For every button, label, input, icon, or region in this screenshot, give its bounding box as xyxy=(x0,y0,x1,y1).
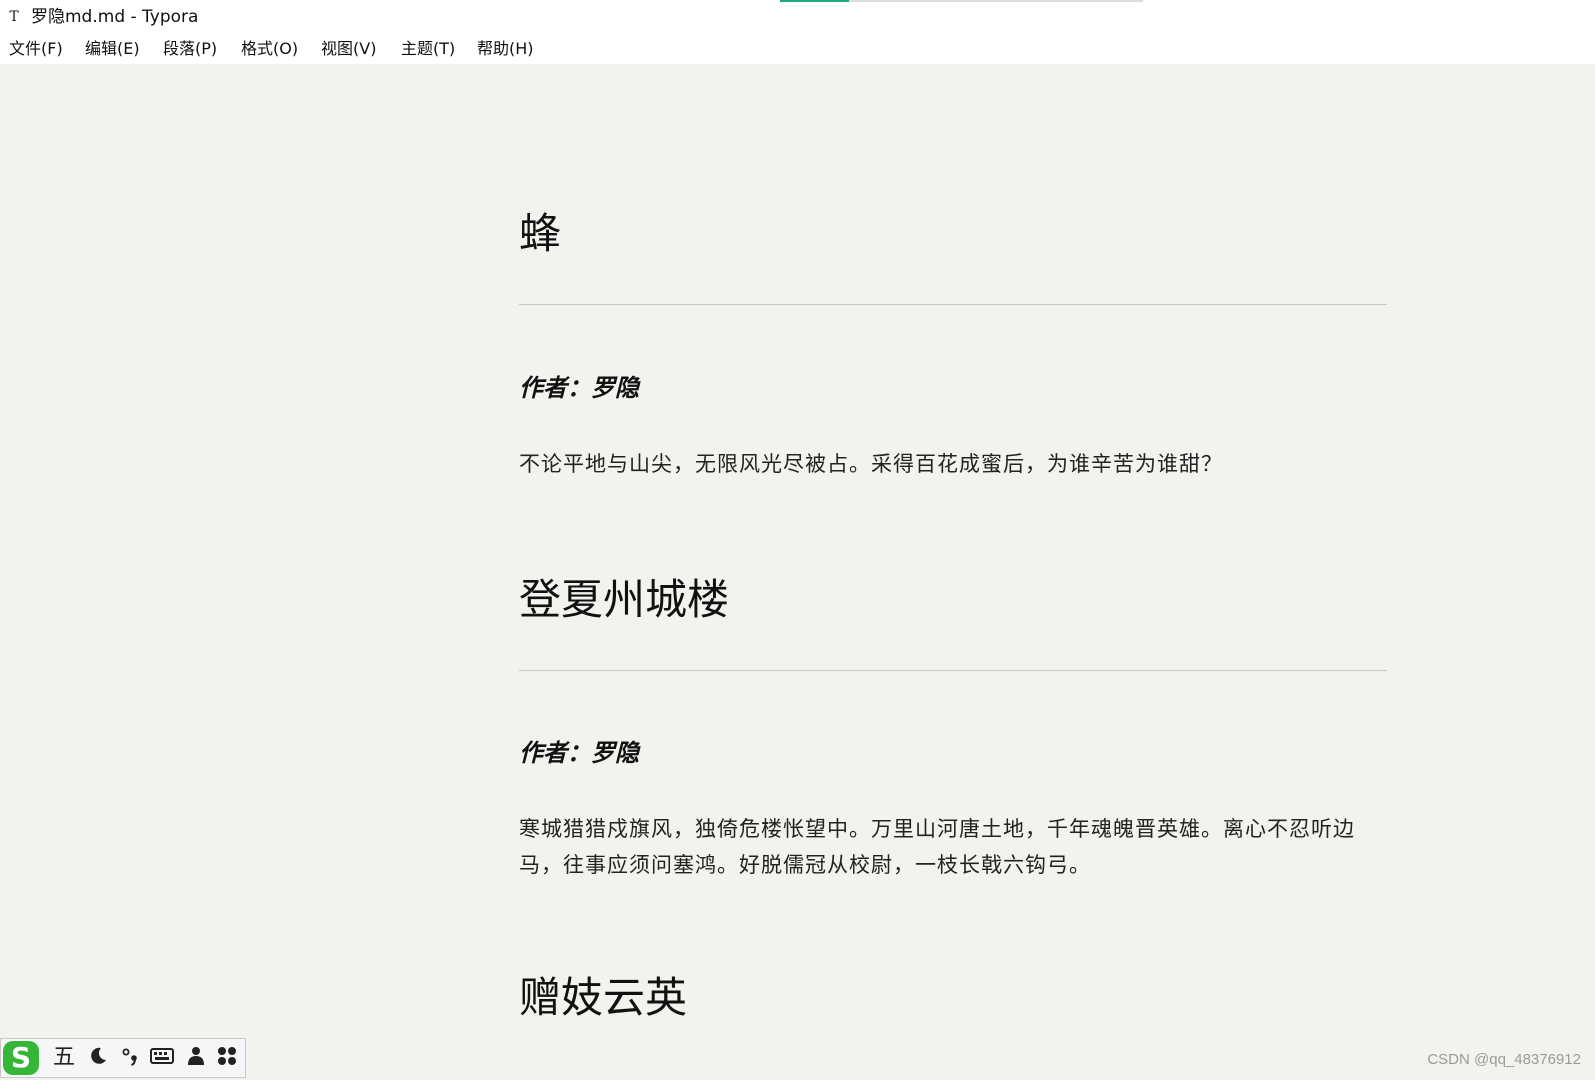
menu-help[interactable]: 帮助(H) xyxy=(477,39,534,59)
heading-divider xyxy=(519,304,1387,305)
poem-title-heading[interactable]: 登夏州城楼 xyxy=(519,572,729,628)
menu-format[interactable]: 格式(O) xyxy=(241,39,298,59)
apps-icon[interactable] xyxy=(214,1045,240,1071)
title-bar: T 罗隐md.md - Typora xyxy=(0,0,1595,34)
menu-bar: 文件(F) 编辑(E) 段落(P) 格式(O) 视图(V) 主题(T) 帮助(H… xyxy=(0,34,1595,64)
sogou-logo-icon[interactable]: S xyxy=(3,1041,39,1075)
user-icon[interactable] xyxy=(183,1045,209,1071)
menu-paragraph[interactable]: 段落(P) xyxy=(163,39,217,59)
keyboard-icon[interactable] xyxy=(149,1045,175,1071)
poem-author[interactable]: 作者：罗隐 xyxy=(519,737,639,769)
moon-icon[interactable] xyxy=(85,1045,111,1071)
editor-content[interactable]: 蜂 作者：罗隐 不论平地与山尖，无限风光尽被占。采得百花成蜜后，为谁辛苦为谁甜？… xyxy=(519,64,1387,1080)
typora-app-icon: T xyxy=(9,9,19,25)
poem-author[interactable]: 作者：罗隐 xyxy=(519,372,639,404)
ime-mode-button[interactable]: 五 xyxy=(51,1045,77,1071)
loading-progress-bar xyxy=(780,0,1143,2)
menu-file[interactable]: 文件(F) xyxy=(9,39,63,59)
poem-text[interactable]: 寒城猎猎戍旗风，独倚危楼怅望中。万里山河唐土地，千年魂魄晋英雄。离心不忍听边马，… xyxy=(519,811,1387,883)
loading-progress-fill xyxy=(780,0,849,2)
poem-text[interactable]: 不论平地与山尖，无限风光尽被占。采得百花成蜜后，为谁辛苦为谁甜？ xyxy=(519,446,1387,482)
window-title: 罗隐md.md - Typora xyxy=(31,7,199,27)
poem-title-heading[interactable]: 赠妓云英 xyxy=(519,970,687,1026)
menu-view[interactable]: 视图(V) xyxy=(321,39,376,59)
poem-title-heading[interactable]: 蜂 xyxy=(519,206,561,262)
menu-theme[interactable]: 主题(T) xyxy=(401,39,455,59)
csdn-watermark: CSDN @qq_48376912 xyxy=(1427,1051,1581,1068)
ime-toolbar: S 五 xyxy=(0,1038,246,1078)
punctuation-icon[interactable] xyxy=(117,1045,143,1071)
heading-divider xyxy=(519,670,1387,671)
menu-edit[interactable]: 编辑(E) xyxy=(85,39,140,59)
